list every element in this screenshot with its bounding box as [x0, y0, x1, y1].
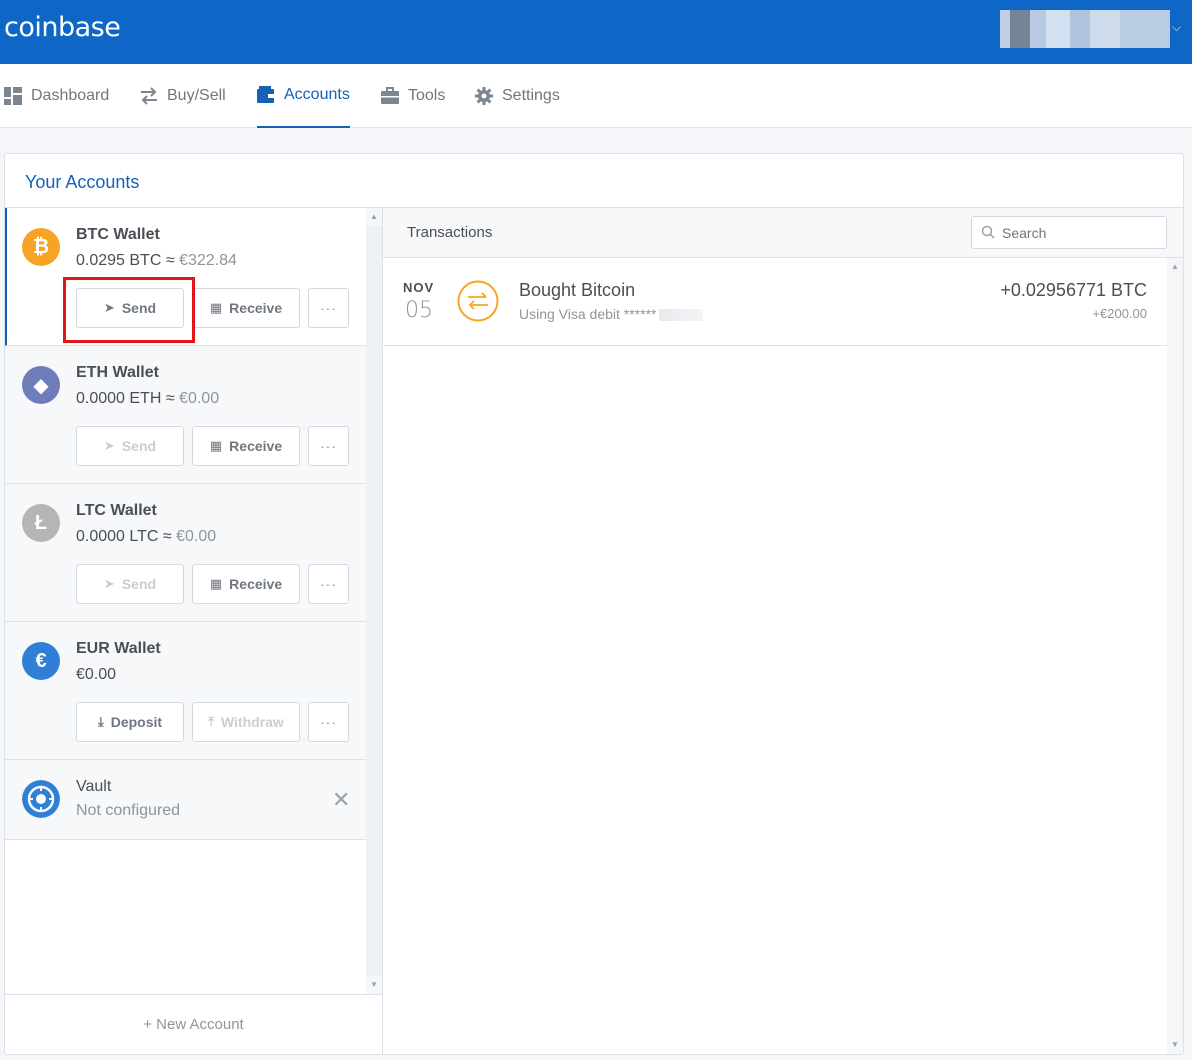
scroll-down-icon[interactable]: ▼: [1171, 1040, 1179, 1049]
nav-tools-label: Tools: [408, 87, 446, 104]
paper-plane-icon: ➤: [103, 438, 115, 453]
wallet-eur[interactable]: € EUR Wallet €0.00 ⤓ Deposit ⤒ Withdraw ··…: [5, 622, 366, 760]
vault-status: Not configured: [76, 802, 181, 819]
scrollbar-thumb[interactable]: [366, 226, 382, 976]
search-input[interactable]: [971, 216, 1167, 249]
chevron-down-icon[interactable]: ⌵: [1172, 20, 1181, 35]
more-options-button[interactable]: ···: [308, 288, 349, 328]
more-options-button[interactable]: ···: [308, 426, 349, 466]
nav-buy-sell-label: Buy/Sell: [167, 87, 226, 104]
new-account-button[interactable]: + New Account: [5, 994, 382, 1054]
vault-item[interactable]: Vault Not configured ✕: [5, 760, 366, 840]
transaction-fiat-amount: +€200.00: [1092, 306, 1147, 321]
transaction-day: 05: [405, 298, 433, 323]
qr-code-icon: ▦: [209, 438, 223, 453]
wallet-name: ETH Wallet: [76, 364, 159, 381]
wallet-balance: €0.00: [76, 666, 117, 683]
briefcase-icon: [381, 87, 399, 104]
send-button[interactable]: ➤ Send: [76, 426, 184, 466]
nav-buy-sell[interactable]: Buy/Sell: [140, 64, 226, 128]
swap-arrows-icon: [141, 87, 157, 105]
close-icon[interactable]: ✕: [332, 787, 350, 813]
qr-code-icon: ▦: [209, 300, 223, 315]
scroll-up-icon[interactable]: ▲: [370, 212, 378, 221]
transactions-pane: Transactions NOV 05 Bought Bitcoin Using…: [383, 208, 1183, 1054]
wallet-balance: 0.0000 LTC ≈ €0.00: [76, 528, 217, 545]
gear-icon: [475, 87, 493, 105]
wallet-balance: 0.0295 BTC ≈ €322.84: [76, 252, 237, 269]
user-menu[interactable]: [1000, 10, 1170, 48]
dashboard-grid-icon: [4, 87, 22, 105]
transaction-amount: +0.02956771 BTC: [1000, 280, 1147, 300]
send-highlight: [63, 277, 195, 343]
nav-accounts[interactable]: Accounts: [257, 64, 350, 128]
accounts-panel: Your Accounts ₿ BTC Wallet 0.0295 BTC ≈ …: [4, 153, 1184, 1055]
litecoin-icon: Ł: [22, 504, 60, 542]
transaction-subtitle: Using Visa debit ******: [519, 306, 703, 322]
receive-button[interactable]: ▦ Receive: [192, 564, 300, 604]
transactions-title: Transactions: [407, 224, 493, 241]
transaction-title: Bought Bitcoin: [519, 280, 636, 300]
more-options-button[interactable]: ···: [308, 564, 349, 604]
search-icon: [981, 225, 995, 239]
receive-button[interactable]: ▦ Receive: [192, 288, 300, 328]
wallet-balance: 0.0000 ETH ≈ €0.00: [76, 390, 220, 407]
download-icon: ⤓: [97, 714, 104, 729]
bitcoin-icon: ₿: [22, 228, 60, 266]
euro-icon: €: [22, 642, 60, 680]
paper-plane-icon: ➤: [103, 576, 115, 591]
nav-dashboard[interactable]: Dashboard: [4, 64, 109, 128]
nav-tools[interactable]: Tools: [381, 64, 445, 128]
main-nav: Dashboard Buy/Sell Accounts Tools Settin…: [0, 64, 1192, 128]
page-title: Your Accounts: [25, 172, 140, 192]
wallet-name: EUR Wallet: [76, 640, 161, 657]
masked-card-digits: [658, 309, 703, 322]
wallet-name: LTC Wallet: [76, 502, 157, 519]
wallet-name: BTC Wallet: [76, 226, 160, 243]
scroll-up-icon[interactable]: ▲: [1171, 262, 1179, 271]
nav-accounts-label: Accounts: [284, 86, 350, 103]
wallet-ltc[interactable]: Ł LTC Wallet 0.0000 LTC ≈ €0.00 ➤ Send ▦ R…: [5, 484, 366, 622]
top-bar: coinbase ⌵: [0, 0, 1192, 64]
more-options-button[interactable]: ···: [308, 702, 349, 742]
qr-code-icon: ▦: [209, 576, 223, 591]
coinbase-logo[interactable]: coinbase: [4, 12, 121, 43]
transaction-row[interactable]: NOV 05 Bought Bitcoin Using Visa debit *…: [383, 258, 1167, 346]
upload-icon: ⤒: [208, 714, 214, 729]
exchange-arrows-icon: [457, 280, 499, 322]
wallet-list-scrollbar[interactable]: ▲ ▼: [366, 208, 382, 994]
transactions-header: Transactions: [383, 208, 1183, 258]
nav-settings[interactable]: Settings: [475, 64, 560, 128]
nav-settings-label: Settings: [502, 87, 560, 104]
wallet-icon: [257, 86, 274, 103]
scroll-down-icon[interactable]: ▼: [370, 980, 378, 989]
vault-name: Vault: [76, 778, 112, 795]
send-button[interactable]: ➤ Send: [76, 564, 184, 604]
receive-button[interactable]: ▦ Receive: [192, 426, 300, 466]
withdraw-button[interactable]: ⤒ Withdraw: [192, 702, 300, 742]
nav-dashboard-label: Dashboard: [31, 87, 110, 104]
vault-icon: [22, 780, 60, 818]
ethereum-icon: ◆: [22, 366, 60, 404]
transactions-scrollbar[interactable]: ▲ ▼: [1167, 258, 1183, 1054]
transaction-month: NOV: [403, 280, 435, 295]
deposit-button[interactable]: ⤓ Deposit: [76, 702, 184, 742]
wallet-eth[interactable]: ◆ ETH Wallet 0.0000 ETH ≈ €0.00 ➤ Send ▦ R…: [5, 346, 366, 484]
